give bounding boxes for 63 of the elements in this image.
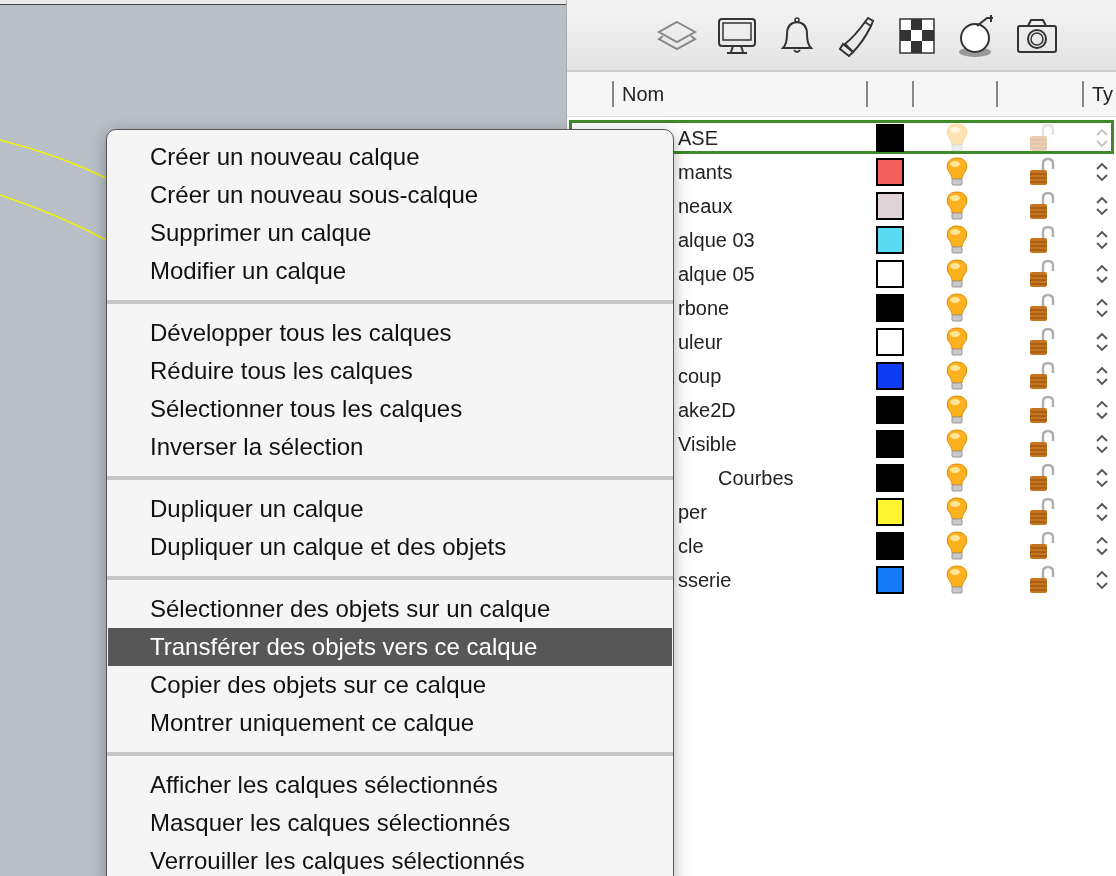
menu-item[interactable]: Copier des objets sur ce calque [108, 666, 672, 704]
padlock-icon[interactable] [1027, 497, 1057, 527]
padlock-icon[interactable] [1027, 123, 1057, 153]
color-swatch[interactable] [876, 226, 904, 254]
color-swatch[interactable] [876, 158, 904, 186]
chevron-icon[interactable] [1094, 297, 1109, 319]
layer-name: Visible [677, 432, 737, 456]
layer-name: mants [677, 160, 733, 184]
layer-name: ake2D [677, 398, 736, 422]
layer-name: rbone [677, 296, 730, 320]
layer-name: uleur [677, 330, 723, 354]
color-swatch[interactable] [876, 430, 904, 458]
chevron-icon[interactable] [1094, 229, 1109, 251]
chevron-icon[interactable] [1094, 263, 1109, 285]
chevron-icon[interactable] [1094, 399, 1109, 421]
color-swatch[interactable] [876, 566, 904, 594]
padlock-icon[interactable] [1027, 361, 1057, 391]
color-swatch[interactable] [876, 498, 904, 526]
layer-name: alque 05 [677, 262, 755, 286]
chevron-icon[interactable] [1094, 569, 1109, 591]
layer-name: alque 03 [677, 228, 755, 252]
color-swatch[interactable] [876, 396, 904, 424]
chevron-icon[interactable] [1094, 331, 1109, 353]
menu-item[interactable]: Verrouiller les calques sélectionnés [108, 842, 672, 876]
layer-name: ASE [677, 126, 719, 150]
padlock-icon[interactable] [1027, 395, 1057, 425]
column-header[interactable]: Nom [622, 82, 665, 106]
chevron-icon[interactable] [1094, 161, 1109, 183]
menu-item[interactable]: Afficher les calques sélectionnés [108, 766, 672, 804]
color-swatch[interactable] [876, 192, 904, 220]
padlock-icon[interactable] [1027, 225, 1057, 255]
chevron-icon[interactable] [1094, 365, 1109, 387]
color-swatch[interactable] [876, 328, 904, 356]
chevron-icon[interactable] [1094, 535, 1109, 557]
padlock-icon[interactable] [1027, 565, 1057, 595]
padlock-icon[interactable] [1027, 191, 1057, 221]
color-swatch[interactable] [876, 464, 904, 492]
menu-item[interactable]: Transférer des objets vers ce calque [108, 628, 672, 666]
menu-item[interactable]: Montrer uniquement ce calque [108, 704, 672, 742]
layer-name: coup [677, 364, 722, 388]
chevron-icon[interactable] [1094, 433, 1109, 455]
color-swatch[interactable] [876, 532, 904, 560]
layer-name: Courbes [717, 466, 794, 490]
column-header[interactable]: Ty [1092, 82, 1114, 106]
layer-name: cle [677, 534, 704, 558]
color-swatch[interactable] [876, 362, 904, 390]
padlock-icon[interactable] [1027, 531, 1057, 561]
layer-name: per [677, 500, 707, 524]
padlock-icon[interactable] [1027, 293, 1057, 323]
padlock-icon[interactable] [1027, 429, 1057, 459]
padlock-icon[interactable] [1027, 463, 1057, 493]
color-swatch[interactable] [876, 294, 904, 322]
color-swatch[interactable] [876, 260, 904, 288]
chevron-icon[interactable] [1094, 467, 1109, 489]
layer-name: sserie [677, 568, 732, 592]
menu-item[interactable]: Masquer les calques sélectionnés [108, 804, 672, 842]
padlock-icon[interactable] [1027, 259, 1057, 289]
color-swatch[interactable] [876, 124, 904, 152]
padlock-icon[interactable] [1027, 327, 1057, 357]
chevron-icon[interactable] [1094, 501, 1109, 523]
chevron-icon[interactable] [1094, 195, 1109, 217]
padlock-icon[interactable] [1027, 157, 1057, 187]
layer-name: neaux [677, 194, 733, 218]
